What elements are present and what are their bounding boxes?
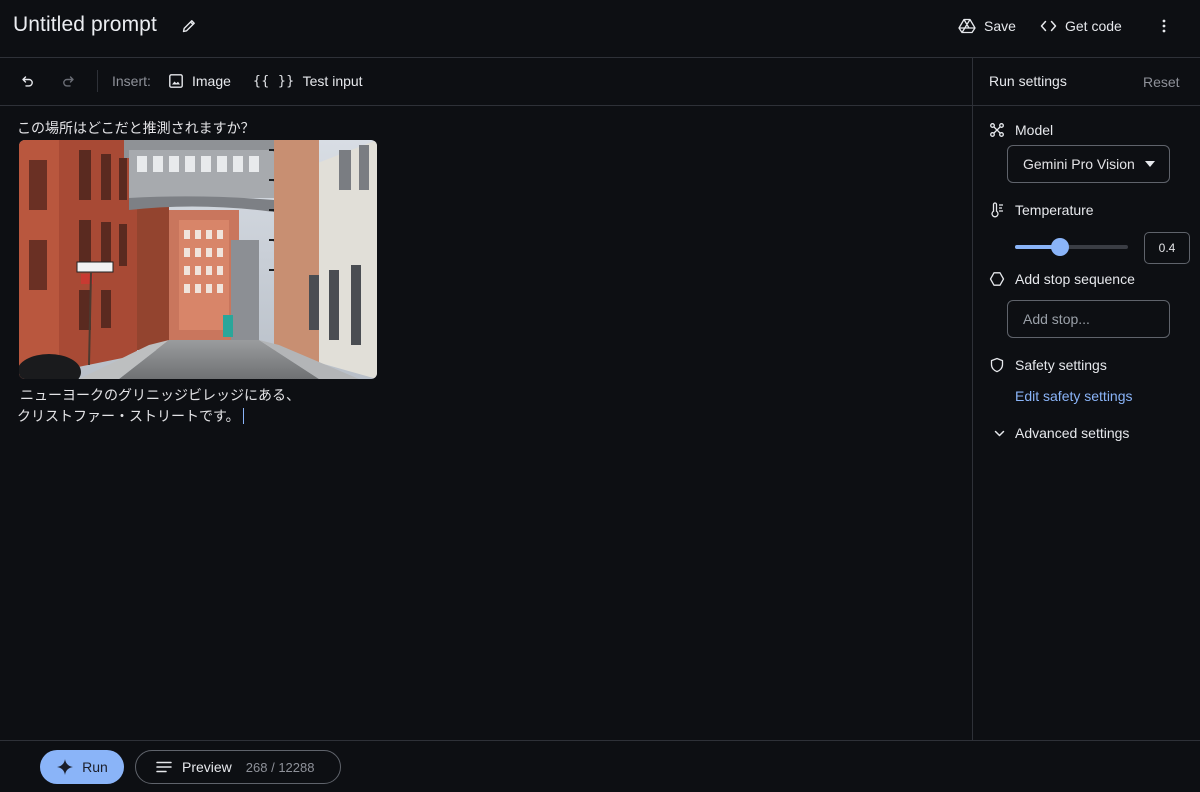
get-code-label: Get code <box>1065 18 1122 34</box>
drive-icon <box>958 18 976 34</box>
safety-label: Safety settings <box>1015 357 1107 373</box>
response-line-2: クリストファー・ストリートです。 <box>17 407 300 428</box>
test-input-label: Test input <box>302 73 363 89</box>
insert-test-input-button[interactable]: {{ }} Test input <box>253 73 363 89</box>
model-label: Model <box>1015 122 1054 138</box>
safety-setting-label: Safety settings <box>989 357 1107 373</box>
temperature-input[interactable]: 0.4 <box>1144 232 1190 264</box>
toolbar-divider-bottom <box>0 105 972 106</box>
save-label: Save <box>984 18 1016 34</box>
lines-icon <box>156 761 172 773</box>
image-icon <box>168 73 184 89</box>
sparkle-icon <box>56 758 74 776</box>
insert-image-button[interactable]: Image <box>168 73 231 89</box>
shield-icon <box>989 357 1005 373</box>
braces-icon: {{ }} <box>253 73 295 89</box>
advanced-settings-label: Advanced settings <box>1015 425 1130 441</box>
model-icon <box>989 122 1005 138</box>
prompt-question[interactable]: この場所はどこだと推測されますか？ <box>17 118 255 138</box>
run-label: Run <box>82 759 108 775</box>
chevron-down-icon <box>993 427 1006 440</box>
response-text[interactable]: ニューヨークのグリニッジビレッジにある、 クリストファー・ストリートです。 <box>17 386 300 428</box>
temperature-value: 0.4 <box>1158 241 1176 255</box>
sidebar-divider <box>972 58 973 741</box>
redo-icon[interactable] <box>61 73 77 89</box>
get-code-button[interactable]: Get code <box>1040 18 1122 34</box>
token-count: 268 / 12288 <box>245 759 315 775</box>
more-vert-icon[interactable] <box>1156 18 1172 34</box>
preview-label: Preview <box>182 759 232 775</box>
footer-divider <box>0 740 1200 741</box>
hexagon-icon <box>989 271 1005 287</box>
toolbar-divider <box>97 70 98 92</box>
sidebar-head-divider <box>973 105 1200 106</box>
stop-sequence-input[interactable]: Add stop... <box>1007 300 1170 338</box>
save-button[interactable]: Save <box>958 18 1016 34</box>
response-line-2-text: クリストファー・ストリートです。 <box>17 409 240 425</box>
temperature-slider-thumb[interactable] <box>1051 238 1070 256</box>
stop-sequence-setting-label: Add stop sequence <box>989 271 1135 287</box>
advanced-settings-toggle[interactable]: Advanced settings <box>993 425 1129 441</box>
header-divider <box>0 57 1200 58</box>
street-photo <box>19 140 377 379</box>
preview-button[interactable]: Preview 268 / 12288 <box>135 750 341 784</box>
insert-label: Insert: <box>112 73 151 89</box>
temperature-label: Temperature <box>1015 202 1094 218</box>
temperature-slider-track[interactable] <box>1015 238 1128 256</box>
edit-safety-settings-link[interactable]: Edit safety settings <box>1015 388 1133 404</box>
model-select[interactable]: Gemini Pro Vision <box>1007 145 1170 183</box>
stop-sequence-placeholder: Add stop... <box>1023 311 1090 327</box>
temperature-setting-label: Temperature <box>989 202 1094 218</box>
text-caret <box>242 408 244 424</box>
pencil-icon[interactable] <box>181 18 197 34</box>
thermometer-icon <box>989 202 1005 218</box>
run-button[interactable]: Run <box>40 750 124 784</box>
stop-sequence-label: Add stop sequence <box>1015 271 1135 287</box>
model-value: Gemini Pro Vision <box>1023 156 1135 172</box>
model-setting-label: Model <box>989 122 1053 138</box>
image-label: Image <box>192 73 231 89</box>
dropdown-arrow-icon <box>1145 161 1155 167</box>
reset-button[interactable]: Reset <box>1143 74 1180 90</box>
undo-icon[interactable] <box>19 73 35 89</box>
response-line-1: ニューヨークのグリニッジビレッジにある、 <box>20 388 300 404</box>
page-title[interactable]: Untitled prompt <box>13 13 157 37</box>
run-settings-title: Run settings <box>989 73 1067 89</box>
code-icon <box>1040 19 1057 33</box>
